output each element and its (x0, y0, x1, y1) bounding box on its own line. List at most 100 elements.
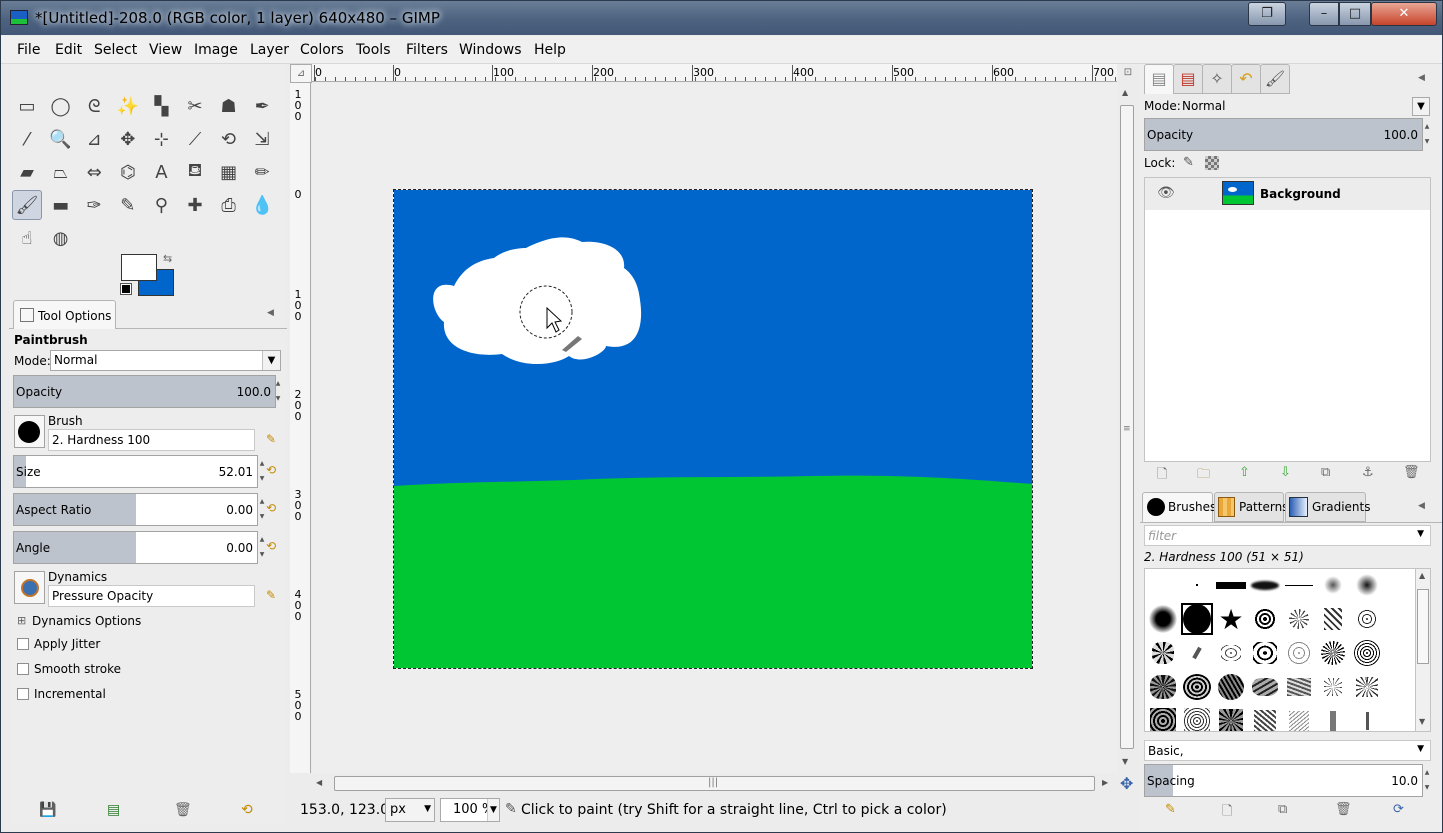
quick-mask-corner-icon[interactable]: ⊿ (290, 64, 312, 83)
smooth-stroke-checkbox[interactable] (17, 663, 29, 675)
perspective-clone-icon[interactable]: ⎙ (214, 190, 244, 220)
brush-texture-4[interactable] (1249, 671, 1281, 703)
brush-texture-7[interactable] (1351, 671, 1383, 703)
move-icon[interactable]: ✥ (113, 124, 143, 154)
eraser-icon[interactable]: ▬ (46, 190, 76, 220)
duplicate-layer-icon[interactable]: ⧉ (1321, 465, 1330, 480)
brush-fuzzy-small[interactable] (1317, 569, 1349, 601)
foreground-color-swatch[interactable] (121, 254, 157, 281)
brush-splatter-10[interactable] (1317, 637, 1349, 669)
menu-layer[interactable]: Layer (250, 42, 289, 58)
scroll-down-icon[interactable]: ▼ (1122, 757, 1128, 766)
brush-grid-scrollbar[interactable]: ▲ ▼ (1416, 568, 1431, 732)
menu-windows[interactable]: Windows (459, 42, 522, 58)
aspect-ratio-slider[interactable]: Aspect Ratio 0.00 (13, 493, 258, 526)
layer-name[interactable]: Background (1260, 187, 1341, 201)
brush-texture-12[interactable] (1283, 705, 1315, 731)
edit-dynamics-icon[interactable]: ✎ (263, 588, 279, 604)
configure-tab-icon[interactable]: ◀ (267, 308, 274, 318)
opacity-spinner[interactable]: ▲ ▼ (274, 376, 282, 407)
menu-colors[interactable]: Colors (300, 42, 344, 58)
reset-aspect-icon[interactable]: ⟲ (263, 501, 279, 517)
close-button[interactable]: ✕ (1371, 2, 1437, 26)
crop-icon[interactable]: ⟋ (180, 124, 210, 154)
foreground-select-icon[interactable]: ☗ (214, 91, 244, 121)
mode-select[interactable]: Normal ▼ (50, 350, 281, 371)
swap-colors-icon[interactable]: ⇆ (163, 252, 172, 265)
measure-icon[interactable]: ⊿ (79, 124, 109, 154)
delete-layer-icon[interactable]: 🗑 (1403, 465, 1420, 480)
menu-help[interactable]: Help (534, 42, 566, 58)
paths-icon[interactable]: ✒ (247, 91, 277, 121)
menu-file[interactable]: File (17, 42, 40, 58)
rect-select-icon[interactable]: ▭ (12, 91, 42, 121)
brush-splatter-6[interactable] (1181, 637, 1213, 669)
brush-texture-9[interactable] (1181, 705, 1213, 731)
blend-icon[interactable]: ▦ (214, 157, 244, 187)
maximize-button[interactable]: □ (1339, 2, 1371, 26)
brush-block[interactable] (1215, 569, 1247, 601)
pencil-icon[interactable]: ✏ (247, 157, 277, 187)
delete-options-icon[interactable]: 🗑 (174, 802, 192, 818)
free-select-icon[interactable]: ᘓ (79, 91, 109, 121)
scroll-up-icon[interactable]: ▲ (1419, 571, 1425, 580)
brush-splatter-5[interactable] (1147, 637, 1179, 669)
spacing-spinner[interactable]: ▲ ▼ (1423, 765, 1431, 796)
brush-preview[interactable] (14, 415, 45, 448)
brush-texture-14[interactable] (1351, 705, 1383, 731)
zoom-select[interactable]: 100 % ▼ (440, 798, 500, 822)
shear-icon[interactable]: ▰ (12, 157, 42, 187)
clone-icon[interactable]: ⚲ (146, 190, 176, 220)
zoom-icon[interactable]: 🔍 (46, 124, 76, 154)
tab-gradients[interactable]: Gradients (1285, 492, 1370, 522)
tab-tool-options[interactable]: Tool Options (13, 300, 116, 329)
brush-texture-10[interactable] (1215, 705, 1247, 731)
horizontal-scrollbar[interactable]: ◀ ||| ▶ ✥ (312, 773, 1133, 795)
layers-list[interactable]: 👁 Background (1144, 177, 1431, 462)
new-brush-icon[interactable]: 🗋 (1222, 802, 1232, 824)
incremental-checkbox[interactable] (17, 688, 29, 700)
restore-icon[interactable]: ❐ (1248, 2, 1286, 26)
angle-slider[interactable]: Angle 0.00 (13, 531, 258, 564)
brush-splatter-3[interactable] (1317, 603, 1349, 635)
brush-texture-5[interactable] (1283, 671, 1315, 703)
color-picker-icon[interactable]: ⁄ (12, 124, 42, 154)
new-layer-icon[interactable]: 🗋 (1157, 465, 1167, 487)
brush-splatter-9[interactable] (1283, 637, 1315, 669)
tab-channels[interactable]: ▤ (1173, 64, 1203, 94)
brush-grid[interactable]: ★ (1144, 568, 1416, 732)
menu-filters[interactable]: Filters (406, 42, 448, 58)
delete-brush-icon[interactable]: 🗑 (1335, 802, 1352, 817)
fuzzy-select-icon[interactable]: ✨ (113, 91, 143, 121)
brush-texture-1[interactable] (1147, 671, 1179, 703)
brush-splatter-7[interactable] (1215, 637, 1247, 669)
save-options-icon[interactable]: 💾 (39, 802, 56, 818)
tab-undo-history[interactable]: ↶ (1231, 64, 1261, 94)
text-icon[interactable]: A (146, 157, 176, 187)
layer-row[interactable]: 👁 Background (1145, 178, 1430, 210)
dynamics-preview[interactable] (14, 571, 45, 604)
ink-icon[interactable]: ✎ (113, 190, 143, 220)
size-slider[interactable]: Size 52.01 (13, 455, 258, 488)
dodge-burn-icon[interactable]: ◍ (46, 223, 76, 253)
brush-texture-6[interactable] (1317, 671, 1349, 703)
vertical-scroll-thumb[interactable]: ≡ (1120, 105, 1134, 749)
paintbrush-icon[interactable]: 🖌 (12, 190, 42, 220)
scissors-select-icon[interactable]: ✂ (180, 91, 210, 121)
duplicate-brush-icon[interactable]: ⧉ (1278, 802, 1287, 817)
bucket-fill-icon[interactable]: ⛾ (180, 157, 210, 187)
brush-line[interactable] (1283, 569, 1315, 601)
opacity-slider[interactable]: Opacity 100.0 (13, 375, 276, 408)
layer-opacity-spinner[interactable]: ▲ ▼ (1423, 119, 1431, 150)
brush-ellipse[interactable] (1249, 569, 1281, 601)
brush-name-field[interactable]: 2. Hardness 100 (48, 429, 255, 451)
cage-transform-icon[interactable]: ⌬ (113, 157, 143, 187)
anchor-layer-icon[interactable]: ⚓ (1362, 465, 1374, 480)
refresh-brushes-icon[interactable]: ⟳ (1393, 802, 1404, 817)
align-icon[interactable]: ⊹ (146, 124, 176, 154)
scroll-left-icon[interactable]: ◀ (316, 778, 322, 787)
image-canvas[interactable] (393, 189, 1033, 669)
restore-options-icon[interactable]: ▤ (107, 802, 120, 818)
brush-filter-input[interactable]: filter ▼ (1144, 525, 1431, 546)
dynamics-name-field[interactable]: Pressure Opacity (48, 585, 255, 607)
